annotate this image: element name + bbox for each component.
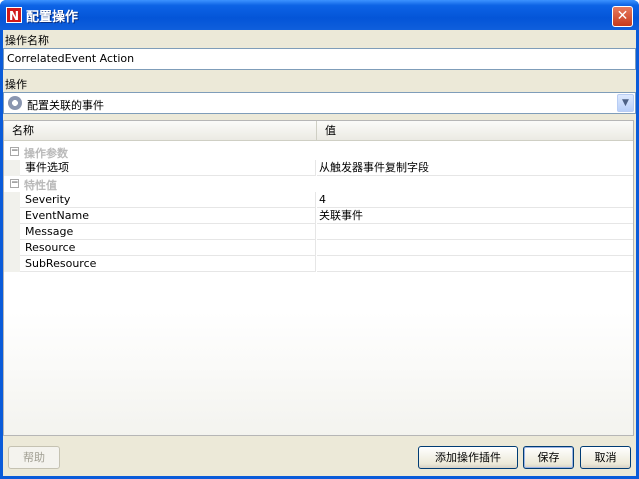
cancel-button[interactable]: 取消 <box>580 446 631 469</box>
action-name-label: 操作名称 <box>5 34 49 47</box>
action-select-value: 配置关联的事件 <box>27 99 104 112</box>
property-row[interactable]: Message <box>4 224 633 240</box>
grid-body: − 操作参数 事件选项 从触发器事件复制字段 − 特性值 Severity 4 <box>4 142 633 435</box>
add-action-plugin-button[interactable]: 添加操作插件 <box>418 446 518 469</box>
collapse-icon[interactable]: − <box>10 179 19 188</box>
property-row[interactable]: SubResource <box>4 256 633 272</box>
dialog-window: N 配置操作 ✕ 操作名称 CorrelatedEvent Action 操作 … <box>0 0 639 479</box>
collapse-icon[interactable]: − <box>10 147 19 156</box>
column-header-value[interactable]: 值 <box>317 121 633 141</box>
property-row[interactable]: Resource <box>4 240 633 256</box>
property-value[interactable]: 关联事件 <box>317 208 633 224</box>
property-name: Resource <box>20 240 316 256</box>
window-title: 配置操作 <box>26 10 79 25</box>
property-row[interactable]: Severity 4 <box>4 192 633 208</box>
property-value[interactable]: 从触发器事件复制字段 <box>317 160 633 176</box>
action-label: 操作 <box>5 78 27 91</box>
column-header-name[interactable]: 名称 <box>4 121 317 141</box>
property-name: 事件选项 <box>20 160 316 176</box>
property-name: Message <box>20 224 316 240</box>
category-label: 操作参数 <box>24 147 68 160</box>
property-value[interactable]: 4 <box>317 192 633 208</box>
property-value[interactable] <box>317 256 633 272</box>
action-select[interactable]: 配置关联的事件 ▼ <box>3 92 636 114</box>
category-row-action-params[interactable]: − 操作参数 <box>4 144 633 160</box>
property-row[interactable]: EventName 关联事件 <box>4 208 633 224</box>
row-gutter <box>4 240 20 256</box>
row-gutter <box>4 256 20 272</box>
chevron-down-icon[interactable]: ▼ <box>617 94 634 112</box>
dialog-client-area: 操作名称 CorrelatedEvent Action 操作 配置关联的事件 ▼… <box>3 30 636 476</box>
property-name: EventName <box>20 208 316 224</box>
row-gutter <box>4 192 20 208</box>
grid-header: 名称 值 <box>4 121 633 141</box>
property-name: Severity <box>20 192 316 208</box>
category-label: 特性值 <box>24 179 57 192</box>
title-bar[interactable]: N 配置操作 ✕ <box>0 0 639 30</box>
help-button[interactable]: 帮助 <box>8 446 60 469</box>
close-button[interactable]: ✕ <box>612 6 633 27</box>
property-value[interactable] <box>317 240 633 256</box>
property-value[interactable] <box>317 224 633 240</box>
gear-icon <box>8 96 22 110</box>
app-logo-icon: N <box>6 7 22 23</box>
category-row-attribute-values[interactable]: − 特性值 <box>4 176 633 192</box>
row-gutter <box>4 208 20 224</box>
property-name: SubResource <box>20 256 316 272</box>
property-row[interactable]: 事件选项 从触发器事件复制字段 <box>4 160 633 176</box>
row-gutter <box>4 224 20 240</box>
action-name-input[interactable]: CorrelatedEvent Action <box>3 48 636 70</box>
save-button[interactable]: 保存 <box>523 446 574 469</box>
row-gutter <box>4 160 20 176</box>
properties-grid: 名称 值 − 操作参数 事件选项 从触发器事件复制字段 − 特性值 Severi… <box>3 120 634 436</box>
